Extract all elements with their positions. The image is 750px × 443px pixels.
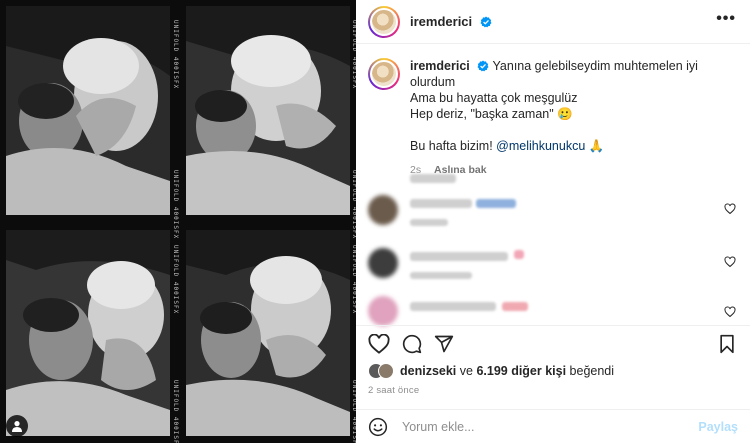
- likes-summary[interactable]: denizseki ve 6.199 diğer kişi beğendi: [368, 363, 614, 379]
- comment-item: [368, 248, 738, 282]
- comment-composer: Paylaş: [356, 409, 750, 443]
- avatar[interactable]: [368, 195, 398, 225]
- film-label: UNIFOLD 400ISFX: [172, 245, 179, 315]
- film-label: UNIFOLD 400ISFX: [172, 380, 179, 443]
- caption-line-2: Ama bu hayatta çok meşgulüz: [410, 91, 578, 105]
- post-header: iremderici •••: [356, 0, 750, 44]
- action-bar: [368, 332, 738, 356]
- user-tag-icon: [12, 421, 22, 432]
- share-icon[interactable]: [434, 334, 454, 354]
- username-link[interactable]: iremderici: [410, 14, 492, 29]
- heart-icon[interactable]: [724, 203, 736, 215]
- photo-frame-1: [6, 6, 170, 215]
- post-comment-button[interactable]: Paylaş: [698, 420, 738, 434]
- film-label: UNIFOLD 400ISFX: [172, 170, 179, 240]
- like-heart-icon[interactable]: [368, 334, 390, 354]
- photo-frame-3: [6, 230, 170, 436]
- post-actions: denizseki ve 6.199 diğer kişi beğendi 2 …: [356, 325, 750, 443]
- avatar[interactable]: [368, 58, 400, 90]
- verified-badge-icon: [477, 60, 489, 72]
- avatar[interactable]: [368, 296, 398, 326]
- heart-icon[interactable]: [724, 306, 736, 318]
- avatar[interactable]: [368, 248, 398, 278]
- more-options-icon[interactable]: •••: [716, 11, 736, 27]
- likes-others[interactable]: 6.199 diğer kişi: [476, 364, 566, 378]
- avatar[interactable]: [368, 5, 400, 38]
- comment-input[interactable]: [402, 420, 692, 434]
- comment-item: [368, 296, 738, 326]
- comment-icon[interactable]: [402, 334, 422, 354]
- emoji-icon[interactable]: [368, 417, 388, 437]
- caption-emoji: 🙏: [588, 139, 605, 153]
- verified-badge-icon: [480, 16, 492, 28]
- caption-line-3: Hep deriz, "başka zaman" 🥲: [410, 107, 573, 121]
- bookmark-icon[interactable]: [718, 334, 736, 354]
- photo-frame-2: [186, 6, 350, 215]
- comment-item: [368, 195, 738, 229]
- post-timestamp: 2 saat önce: [368, 385, 420, 396]
- first-liker[interactable]: denizseki: [400, 364, 456, 378]
- post-media[interactable]: UNIFOLD 400ISFX UNIFOLD 400ISFX UNIFOLD …: [0, 0, 356, 443]
- caption-username[interactable]: iremderici: [410, 59, 470, 73]
- liker-avatar: [378, 363, 394, 379]
- film-label: UNIFOLD 400ISFX: [172, 20, 179, 90]
- heart-icon[interactable]: [724, 256, 736, 268]
- post-side-panel: iremderici ••• iremderici Yanına gelebil…: [356, 0, 750, 443]
- user-tag-button[interactable]: [6, 415, 28, 437]
- caption-line-4: Bu hafta bizim!: [410, 139, 497, 153]
- post-caption: iremderici Yanına gelebilseydim muhtemel…: [368, 58, 738, 178]
- photo-frame-4: [186, 230, 350, 436]
- mention-link[interactable]: @melihkunukcu: [496, 139, 585, 153]
